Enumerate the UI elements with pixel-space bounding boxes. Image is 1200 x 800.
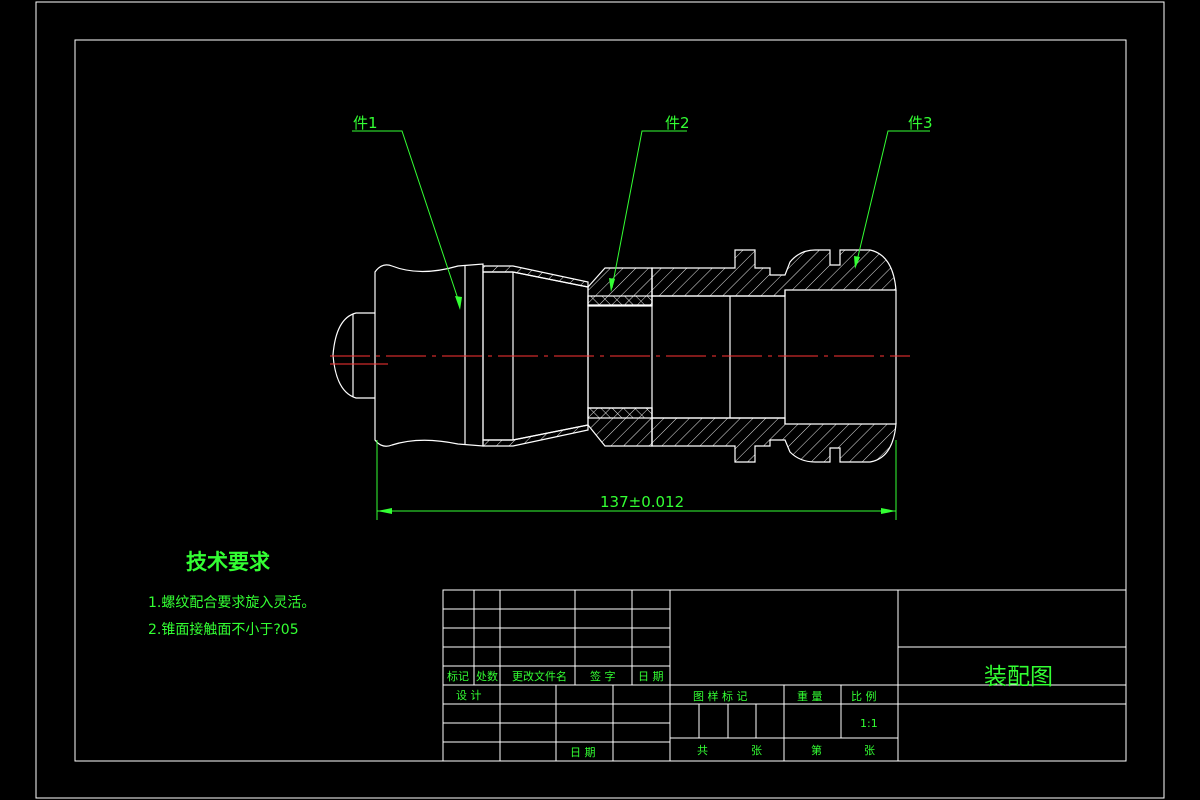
part1-hatch-top — [482, 265, 589, 288]
leader-part1-arrow — [455, 296, 462, 310]
tb-design-label: 设 计 — [456, 689, 482, 702]
callout-part2: 件2 — [665, 114, 690, 132]
tb-weight-label: 重 量 — [797, 689, 823, 703]
tech-req-item-1: 1.螺纹配合要求旋入灵活。 — [148, 595, 315, 611]
tb-header-sign: 签 字 — [590, 669, 616, 683]
tb-header-date: 日 期 — [638, 670, 664, 683]
drawing-title: 装配图 — [984, 664, 1053, 690]
callout-part3: 件3 — [908, 114, 933, 132]
leader-part3 — [855, 130, 930, 266]
tb-sheet-unit-2: 张 — [864, 744, 875, 757]
tb-scale-label: 比 例 — [851, 689, 877, 703]
tb-stage-mark-label: 图 样 标 记 — [693, 689, 748, 703]
leader-part2 — [611, 130, 687, 289]
tb-date-label: 日 期 — [570, 746, 596, 759]
dimension-text: 137±0.012 — [600, 493, 684, 511]
tb-scale-value: 1:1 — [860, 717, 878, 730]
tb-sheet-no-label: 第 — [811, 743, 822, 757]
part3-body-bottom — [651, 417, 897, 463]
tb-header-mark: 标记 — [447, 669, 469, 683]
tech-req-heading: 技术要求 — [186, 550, 270, 574]
drawing-canvas: 件1 件2 件3 137±0.012 技术要求 1.螺纹配合要求旋入灵活。 2.… — [35, 1, 1165, 799]
inner-frame — [74, 39, 1127, 762]
tech-req-item-2: 2.锥面接触面不小于?05 — [148, 621, 299, 638]
tb-header-docname: 更改文件名 — [512, 669, 567, 683]
leader-part1 — [352, 130, 461, 306]
part1-hatch-bottom — [482, 424, 589, 447]
cad-drawing-sheet: 件1 件2 件3 137±0.012 技术要求 1.螺纹配合要求旋入灵活。 2.… — [0, 0, 1200, 800]
part2-insert-top — [587, 295, 653, 307]
part1-outline — [374, 263, 484, 447]
tb-total-label: 共 — [697, 744, 708, 757]
tb-header-count: 处数 — [476, 670, 498, 683]
part2-insert-bottom — [587, 407, 653, 419]
dim-arrow-left — [377, 508, 392, 514]
dim-arrow-right — [881, 508, 896, 514]
part3-body-top — [651, 249, 897, 297]
tb-sheet-unit: 张 — [751, 744, 762, 757]
callout-part1: 件1 — [353, 114, 378, 132]
